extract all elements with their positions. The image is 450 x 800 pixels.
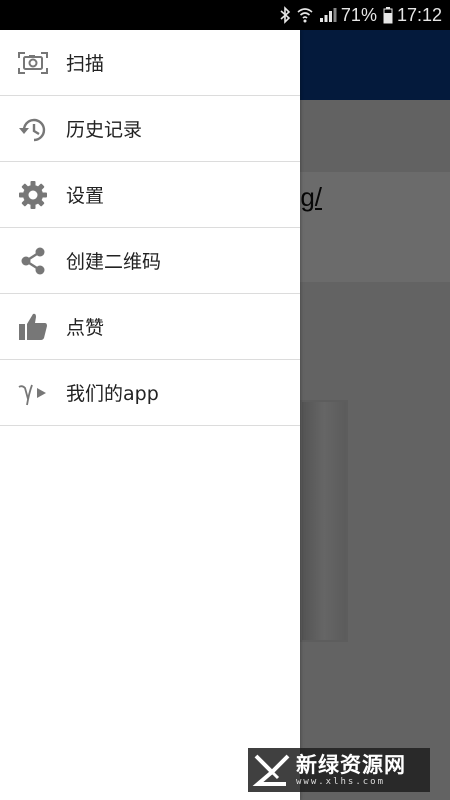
menu-item-label: 历史记录 bbox=[66, 119, 143, 141]
status-bar: 71% 17:12 bbox=[0, 0, 450, 30]
menu-item-label: 扫描 bbox=[66, 53, 105, 75]
bluetooth-icon bbox=[279, 6, 291, 24]
menu-item-label: 设置 bbox=[66, 185, 105, 207]
clock: 17:12 bbox=[396, 4, 442, 25]
menu-item-settings[interactable]: 设置 bbox=[0, 162, 300, 228]
watermark-subtitle: www.xlhs.com bbox=[296, 777, 386, 787]
menu-item-like[interactable]: 点赞 bbox=[0, 294, 300, 360]
share-icon bbox=[16, 244, 50, 278]
menu-item-our-apps[interactable]: 我们的app bbox=[0, 360, 300, 426]
menu-item-label: 我们的app bbox=[66, 383, 159, 405]
menu-item-label: 点赞 bbox=[66, 317, 105, 339]
gamma-play-icon bbox=[16, 376, 50, 410]
menu-item-scan[interactable]: 扫描 bbox=[0, 30, 300, 96]
gear-icon bbox=[16, 178, 50, 212]
watermark: 新绿资源网 www.xlhs.com bbox=[248, 748, 430, 792]
thumbs-up-icon bbox=[16, 310, 50, 344]
menu-item-label: 创建二维码 bbox=[66, 251, 162, 273]
battery-percent: 71% bbox=[340, 4, 377, 25]
camera-scan-icon bbox=[16, 46, 50, 80]
navigation-drawer: 扫描 历史记录 设置 创建二维码 点赞 我们的app bbox=[0, 30, 300, 800]
wifi-icon bbox=[297, 6, 313, 24]
signal-icon bbox=[319, 7, 337, 23]
history-icon bbox=[16, 112, 50, 146]
watermark-title: 新绿资源网 bbox=[296, 753, 406, 777]
menu-item-history[interactable]: 历史记录 bbox=[0, 96, 300, 162]
watermark-logo-icon bbox=[248, 748, 296, 792]
battery-icon bbox=[383, 6, 393, 24]
menu-item-create-qr[interactable]: 创建二维码 bbox=[0, 228, 300, 294]
